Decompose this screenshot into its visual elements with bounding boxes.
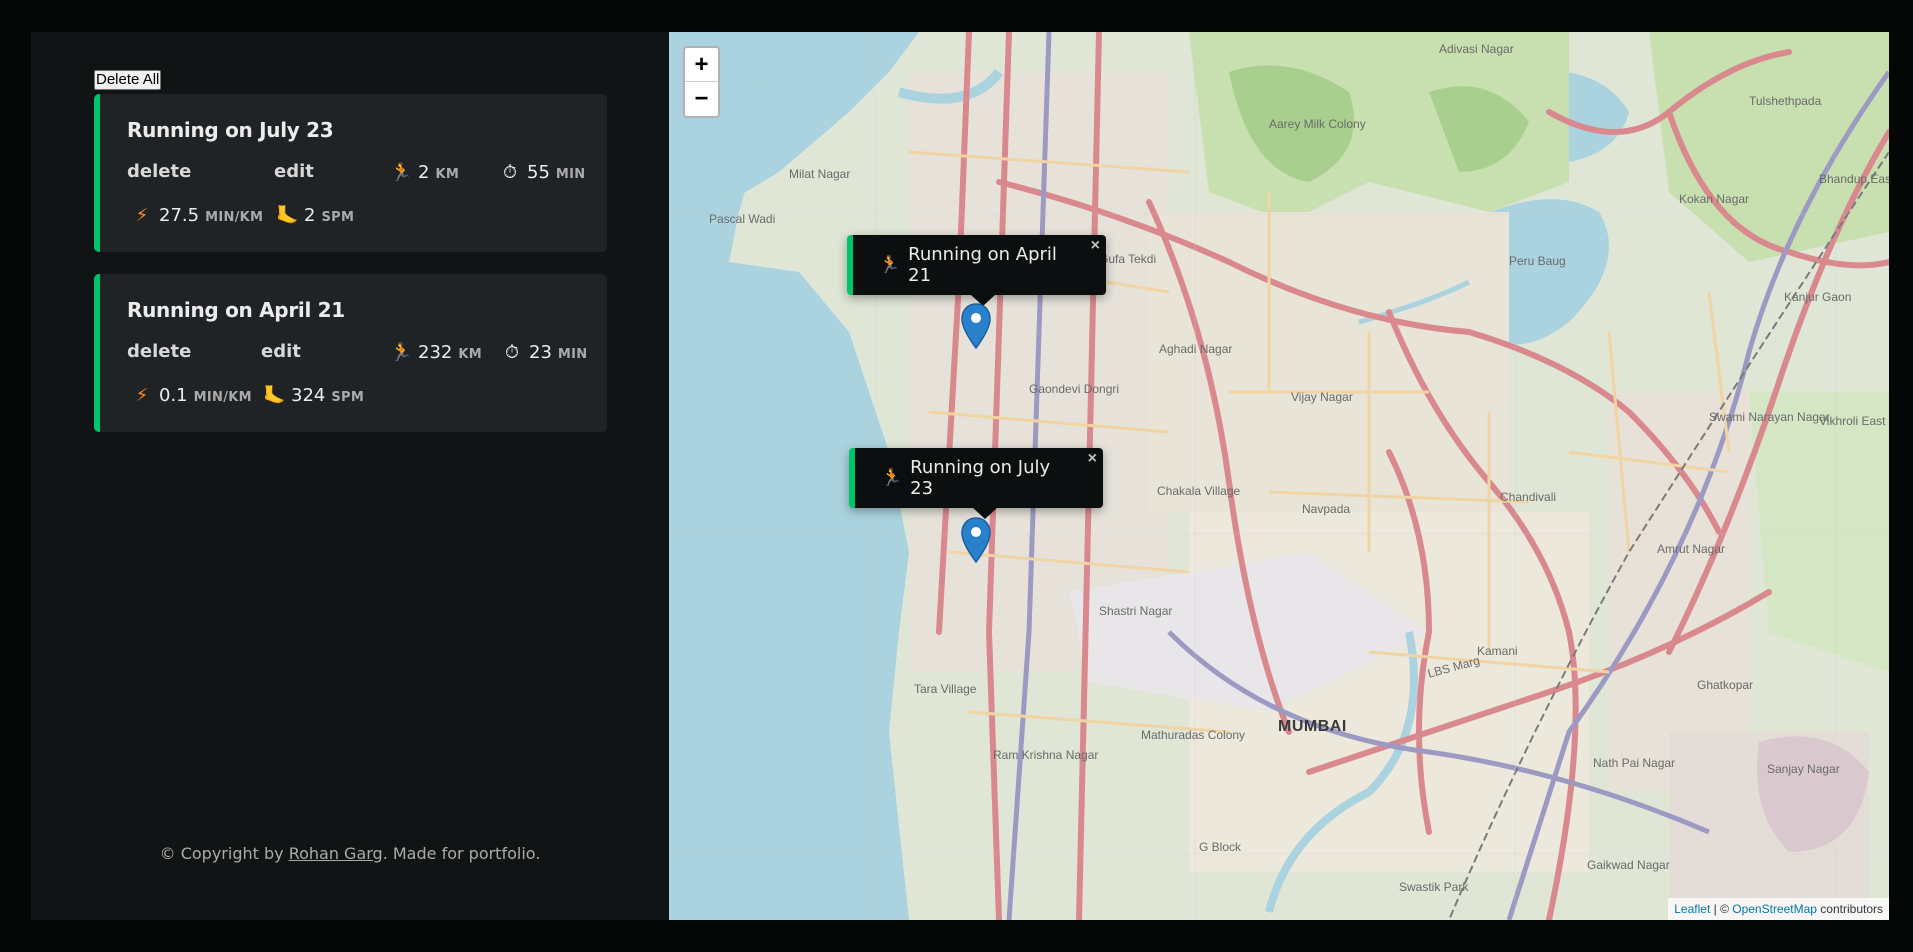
map-label-navpada: Navpada [1302, 502, 1351, 516]
distance-unit: KM [458, 347, 482, 362]
map-attribution: Leaflet | © OpenStreetMap contributors [1668, 898, 1889, 920]
foot-icon: 🦶 [276, 205, 299, 226]
runner-icon: 🏃 [881, 468, 903, 488]
copyright-footer: © Copyright by Rohan Garg. Made for port… [31, 844, 669, 863]
distance-stat: 🏃 2 KM [390, 162, 459, 183]
duration-value: 55 [527, 162, 550, 183]
runner-icon: 🏃 [390, 162, 413, 183]
pace-stat: ⚡ 0.1 MIN/KM [131, 385, 252, 406]
map[interactable]: Milat Nagar Pascal Wadi Aarey Milk Colon… [669, 32, 1889, 920]
cadence-unit: SPM [321, 210, 355, 225]
map-label-chakala: Chakala Village [1157, 484, 1241, 498]
cadence-value: 324 [291, 385, 326, 406]
pace-unit: MIN/KM [205, 210, 264, 225]
workout-popup[interactable]: 🏃 Running on April 21 × [847, 235, 1106, 306]
popup-title: Running on April 21 [908, 244, 1057, 286]
author-link[interactable]: Rohan Garg [289, 844, 383, 863]
cadence-value: 2 [304, 205, 316, 226]
map-label-kokan: Kokan Nagar [1679, 192, 1750, 206]
duration-value: 23 [529, 342, 552, 363]
map-label-tulshet: Tulshethpada [1749, 94, 1822, 108]
duration-stat: ⏱ 23 MIN [501, 342, 587, 363]
map-marker-icon[interactable] [960, 302, 992, 350]
map-label-adivasi: Adivasi Nagar [1439, 42, 1514, 56]
map-label-amrut: Amrut Nagar [1657, 542, 1726, 556]
workout-title: Running on April 21 [127, 298, 345, 322]
runner-icon: 🏃 [390, 342, 413, 363]
map-label-vikhroli: Vikhroli East [1819, 414, 1886, 428]
pace-value: 27.5 [159, 205, 200, 226]
map-label-pascal: Pascal Wadi [709, 212, 776, 226]
sidebar: Delete All Running on July 23 delete edi… [31, 32, 669, 920]
duration-unit: MIN [557, 347, 588, 362]
workout-popup[interactable]: 🏃 Running on July 23 × [849, 448, 1103, 519]
lightning-icon: ⚡ [135, 385, 149, 406]
zoom-in-button[interactable]: + [685, 48, 718, 82]
attribution-separator: | © [1710, 902, 1733, 916]
zoom-control: + − [683, 46, 720, 118]
delete-all-button[interactable]: Delete All [94, 70, 162, 90]
map-label-bhandup: Bhandup East [1819, 172, 1889, 186]
map-label-gufa: Gufa Tekdi [1099, 252, 1157, 266]
map-label-tara: Tara Village [914, 682, 977, 696]
runner-icon: 🏃 [879, 255, 901, 275]
zoom-out-button[interactable]: − [685, 82, 718, 116]
delete-workout-button[interactable]: delete [127, 341, 191, 362]
copyright-suffix: . Made for portfolio. [382, 844, 541, 863]
delete-workout-button[interactable]: delete [127, 161, 191, 182]
workout-card[interactable]: Running on April 21 delete edit 🏃 232 KM… [94, 274, 607, 432]
map-label-ghatkopar: Ghatkopar [1697, 678, 1754, 692]
cadence-unit: SPM [331, 390, 365, 405]
map-label-sanjay: Sanjay Nagar [1767, 762, 1840, 776]
duration-stat: ⏱ 55 MIN [499, 162, 585, 183]
map-label-shastri: Shastri Nagar [1099, 604, 1173, 618]
map-label-kamani: Kamani [1477, 644, 1518, 658]
leaflet-link[interactable]: Leaflet [1674, 902, 1710, 916]
map-label-perubaug: Peru Baug [1509, 254, 1566, 268]
foot-icon: 🦶 [263, 385, 286, 406]
edit-workout-button[interactable]: edit [274, 161, 314, 182]
map-label-milat: Milat Nagar [789, 167, 851, 181]
map-label-vijay: Vijay Nagar [1291, 390, 1353, 404]
map-label-gaikwad: Gaikwad Nagar [1587, 858, 1670, 872]
pace-value: 0.1 [159, 385, 188, 406]
map-label-aarey: Aarey Milk Colony [1269, 117, 1366, 131]
pace-stat: ⚡ 27.5 MIN/KM [131, 205, 263, 226]
map-label-kanjur: Kanjur Gaon [1784, 290, 1852, 304]
osm-link[interactable]: OpenStreetMap [1732, 902, 1817, 916]
cadence-stat: 🦶 2 SPM [276, 205, 354, 226]
pace-unit: MIN/KM [193, 390, 252, 405]
map-label-ramkrishna: Ram Krishna Nagar [993, 748, 1099, 762]
map-label-aghadi: Aghadi Nagar [1159, 342, 1233, 356]
copyright-prefix: © Copyright by [159, 844, 289, 863]
distance-stat: 🏃 232 KM [390, 342, 482, 363]
edit-workout-button[interactable]: edit [261, 341, 301, 362]
map-label-swami: Swami Narayan Nagar [1709, 410, 1830, 424]
attribution-suffix: contributors [1816, 902, 1883, 916]
map-label-gblock: G Block [1199, 840, 1242, 854]
stopwatch-icon: ⏱ [504, 342, 520, 363]
duration-unit: MIN [555, 167, 586, 182]
cadence-stat: 🦶 324 SPM [263, 385, 364, 406]
map-label-chandivali: Chandivali [1500, 490, 1557, 504]
stopwatch-icon: ⏱ [502, 162, 518, 183]
workout-title: Running on July 23 [127, 118, 334, 142]
map-marker-icon[interactable] [960, 516, 992, 564]
distance-value: 2 [418, 162, 430, 183]
map-label-mathuradas: Mathuradas Colony [1141, 728, 1246, 742]
distance-unit: KM [435, 167, 460, 182]
distance-value: 232 [418, 342, 453, 363]
lightning-icon: ⚡ [135, 205, 149, 226]
map-label-nathpai: Nath Pai Nagar [1593, 756, 1676, 770]
popup-close-button[interactable]: × [1088, 450, 1097, 468]
map-label-swastik: Swastik Park [1399, 880, 1469, 894]
map-label-gaondevi: Gaondevi Dongri [1029, 382, 1120, 396]
popup-close-button[interactable]: × [1091, 237, 1100, 255]
workout-card[interactable]: Running on July 23 delete edit 🏃 2 KM ⏱ … [94, 94, 607, 252]
map-label-mumbai: MUMBAI [1278, 718, 1347, 735]
popup-title: Running on July 23 [910, 457, 1051, 499]
